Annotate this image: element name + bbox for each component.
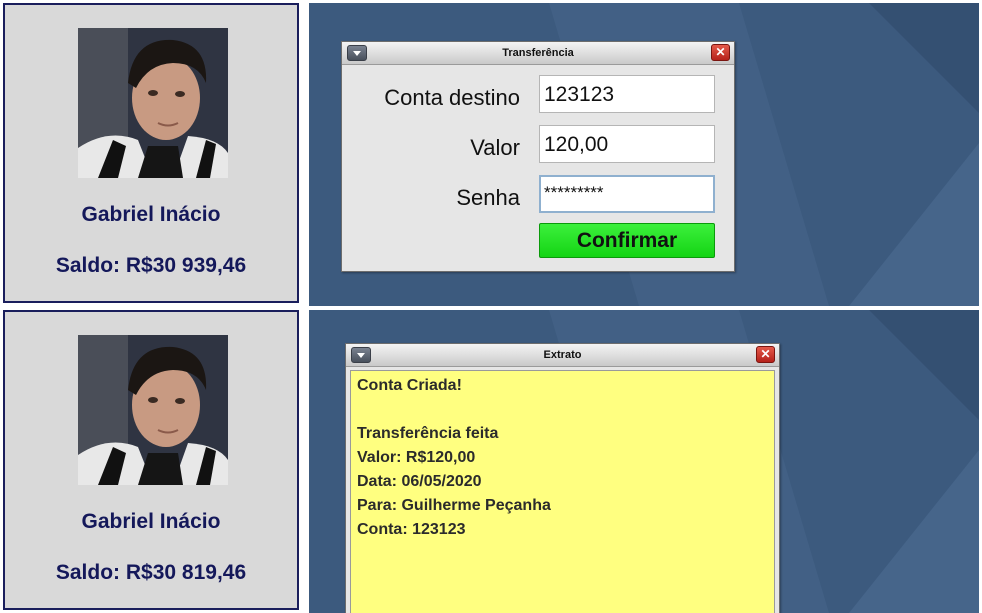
window-titlebar[interactable]: Transferência ✕ — [342, 42, 734, 65]
amount-label: Valor — [470, 135, 520, 160]
statement-line: Para: Guilherme Peçanha — [357, 497, 551, 514]
avatar — [78, 335, 228, 485]
statement-window: Extrato ✕ Conta Criada! Transferência fe… — [345, 343, 780, 613]
statement-text-area[interactable]: Conta Criada! Transferência feita Valor:… — [350, 370, 775, 613]
desktop-pane-top: Transferência ✕ Conta destino 123123 Val… — [309, 3, 979, 306]
window-title: Transferência — [502, 47, 574, 59]
statement-line: Data: 06/05/2020 — [357, 473, 482, 490]
statement-line: Conta Criada! — [357, 377, 462, 394]
desktop-pane-bottom: Extrato ✕ Conta Criada! Transferência fe… — [309, 310, 979, 613]
close-icon[interactable]: ✕ — [756, 346, 775, 363]
window-title: Extrato — [543, 349, 582, 361]
profile-card-top: Gabriel Inácio Saldo: R$30 939,46 — [3, 3, 299, 303]
avatar — [78, 28, 228, 178]
window-titlebar[interactable]: Extrato ✕ — [346, 344, 779, 367]
statement-line — [357, 401, 774, 425]
statement-line: Valor: R$120,00 — [357, 449, 476, 466]
confirm-button[interactable]: Confirmar — [539, 223, 715, 258]
amount-field[interactable]: 120,00 — [539, 125, 715, 163]
profile-card-bottom: Gabriel Inácio Saldo: R$30 819,46 — [3, 310, 299, 610]
statement-line: Conta: 123123 — [357, 521, 466, 538]
transfer-window: Transferência ✕ Conta destino 123123 Val… — [341, 41, 735, 272]
statement-line: Transferência feita — [357, 425, 499, 442]
account-field[interactable]: 123123 — [539, 75, 715, 113]
balance-label: Saldo: R$30 819,46 — [55, 561, 247, 584]
account-label: Conta destino — [384, 85, 520, 110]
user-name: Gabriel Inácio — [81, 203, 221, 226]
password-field[interactable]: ********* — [539, 175, 715, 213]
balance-label: Saldo: R$30 939,46 — [55, 254, 247, 277]
password-label: Senha — [456, 185, 520, 210]
user-name: Gabriel Inácio — [81, 510, 221, 533]
close-icon[interactable]: ✕ — [711, 44, 730, 61]
